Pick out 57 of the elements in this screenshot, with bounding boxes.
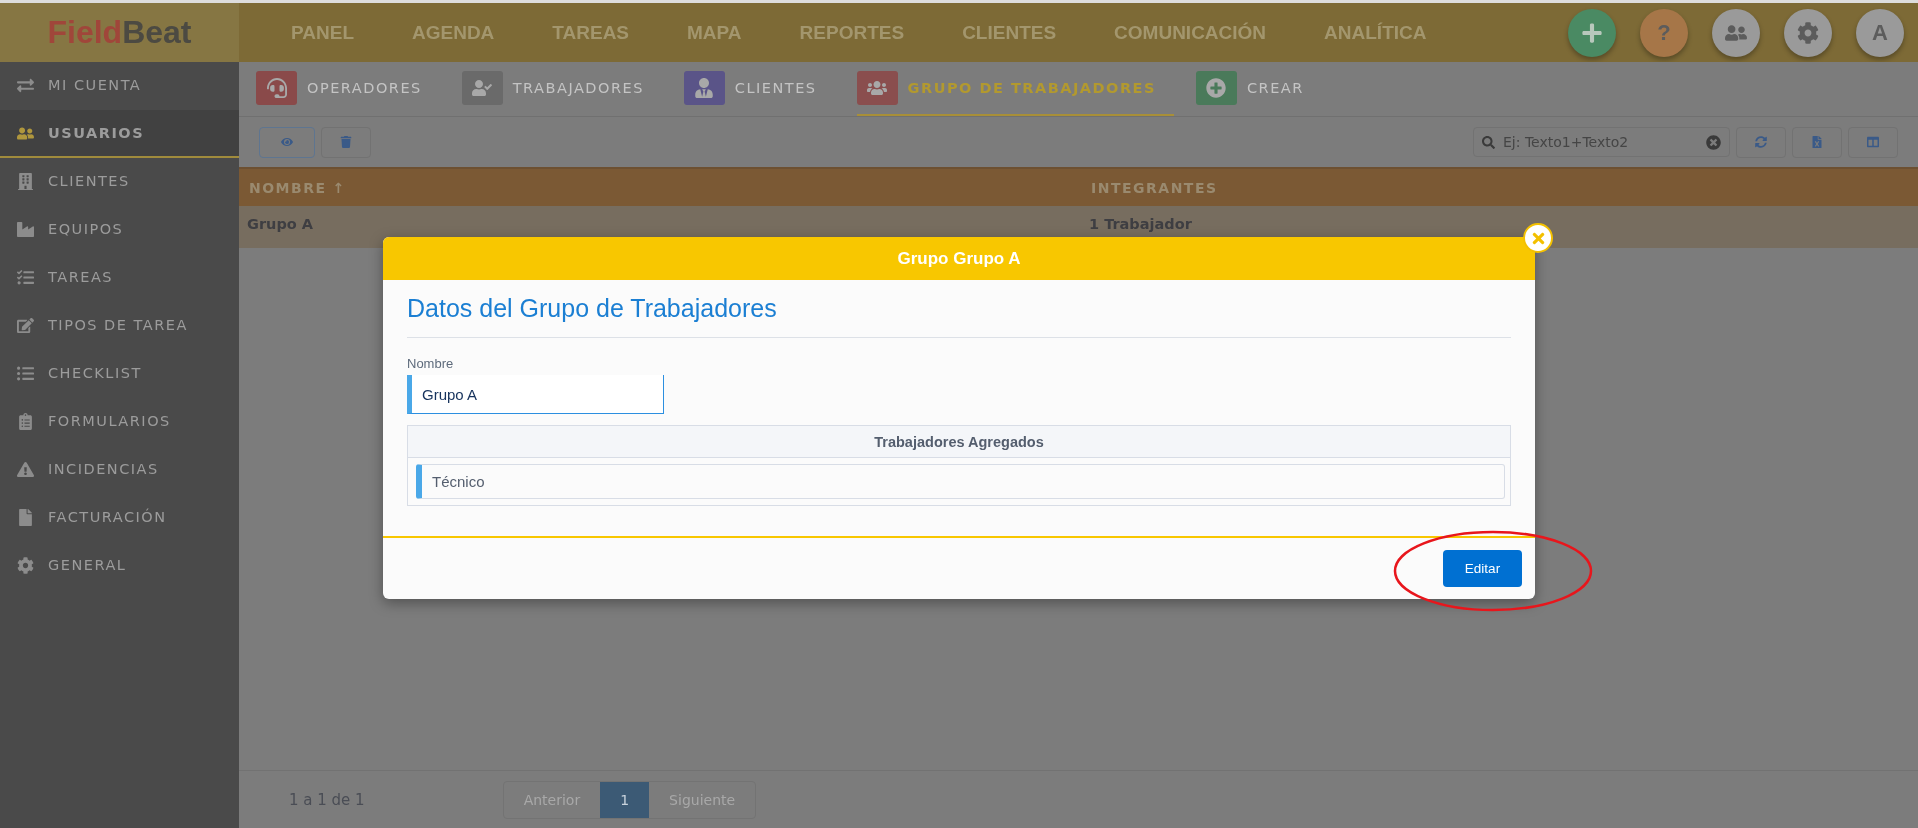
users-button[interactable] <box>1712 8 1760 57</box>
warning-icon <box>17 460 34 478</box>
settings-button[interactable] <box>1784 8 1832 57</box>
sidebar-item[interactable]: FORMULARIOS <box>0 398 239 446</box>
clear-icon <box>1706 134 1721 150</box>
factory-icon <box>17 220 34 238</box>
column-header[interactable]: NOMBRE <box>249 179 327 196</box>
sort-indicator[interactable]: ↑ <box>332 179 346 196</box>
sidebar-item[interactable]: USUARIOS <box>0 110 239 158</box>
section-title: Datos del Grupo de Trabajadores <box>407 294 1511 338</box>
tab[interactable]: CLIENTES <box>683 62 835 116</box>
swap-icon <box>17 76 34 94</box>
table-cell-text: 1 Trabajador <box>1088 216 1192 232</box>
settings-icon <box>1797 21 1819 44</box>
dialog-title: Grupo Grupo A <box>383 237 1535 280</box>
avatar-button[interactable]: A <box>1856 8 1904 57</box>
spreadsheet-icon <box>1811 136 1823 148</box>
sidebar-item[interactable]: CHECKLIST <box>0 350 239 398</box>
export-button[interactable] <box>1792 126 1842 158</box>
refresh-button[interactable] <box>1736 126 1786 158</box>
sidebar-item[interactable]: INCIDENCIAS <box>0 446 239 494</box>
delete-button[interactable] <box>321 126 371 158</box>
sidebar-item[interactable]: TAREAS <box>0 254 239 302</box>
list-item[interactable]: Técnico <box>416 464 1505 499</box>
tab[interactable]: CREAR <box>1195 62 1322 116</box>
columns-icon <box>1867 136 1879 148</box>
sidebar-item[interactable]: FACTURACIÓN <box>0 494 239 542</box>
edit-icon <box>17 316 34 334</box>
refresh-icon <box>1755 136 1767 148</box>
eye-icon <box>281 136 293 148</box>
tab[interactable]: TRABAJADORES <box>461 62 662 116</box>
trash-icon <box>340 136 352 148</box>
view-button[interactable] <box>259 126 315 158</box>
table-cell-text: Grupo A <box>246 216 314 232</box>
building-icon <box>17 172 34 190</box>
column-header[interactable]: INTEGRANTES <box>1091 179 1218 196</box>
add-button[interactable] <box>1568 8 1616 57</box>
gear-icon <box>17 556 34 574</box>
file-icon <box>17 508 34 526</box>
sidebar-item[interactable]: MI CUENTA <box>0 62 239 110</box>
help-button[interactable]: ? <box>1640 8 1688 57</box>
clipboard-icon <box>17 412 34 430</box>
edit-button[interactable]: Editar <box>1443 550 1522 587</box>
search-icon <box>1482 135 1495 149</box>
plus-icon <box>1581 21 1603 44</box>
sidebar-item[interactable]: EQUIPOS <box>0 206 239 254</box>
sidebar-item[interactable]: TIPOS DE TAREA <box>0 302 239 350</box>
list-header: Trabajadores Agregados <box>408 426 1510 458</box>
sidebar-item[interactable]: GENERAL <box>0 542 239 590</box>
tab[interactable]: GRUPO DE TRABAJADORES <box>856 62 1174 116</box>
page-button[interactable]: 1 <box>600 781 650 818</box>
list-icon <box>17 268 34 286</box>
name-field[interactable]: Grupo A <box>407 375 664 414</box>
tab[interactable]: OPERADORES <box>256 62 440 116</box>
columns-button[interactable] <box>1848 126 1898 158</box>
sidebar-item[interactable]: CLIENTES <box>0 158 239 206</box>
field-label: Nombre <box>407 356 455 371</box>
